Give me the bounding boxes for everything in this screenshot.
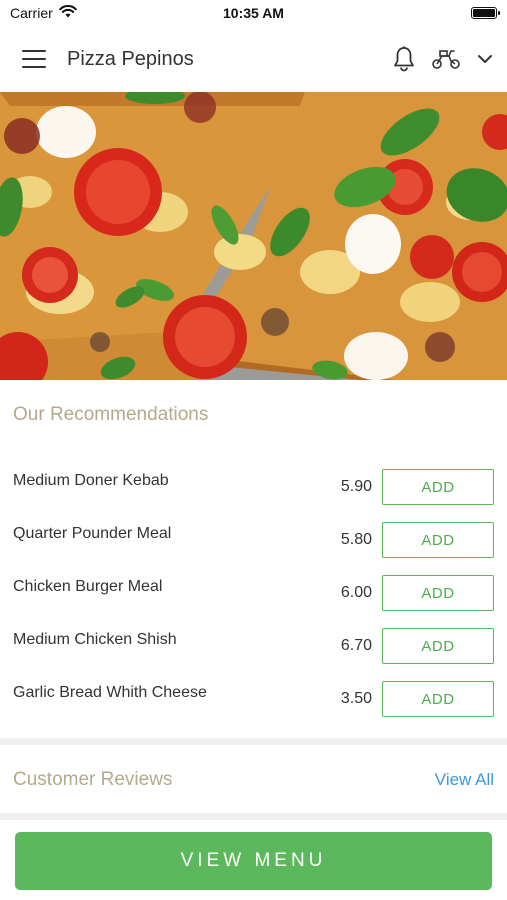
view-all-link[interactable]: View All [435,770,494,790]
menu-icon[interactable] [22,50,46,68]
section-divider [0,738,507,745]
list-item: Chicken Burger Meal 6.00 ADD [0,572,507,625]
nav-actions [393,46,493,72]
status-bar: Carrier 10:35 AM [0,0,507,26]
wifi-icon [58,5,77,21]
add-button[interactable]: ADD [382,575,494,611]
section-divider [0,813,507,820]
list-item: Medium Chicken Shish 6.70 ADD [0,625,507,678]
list-item: Quarter Pounder Meal 5.80 ADD [0,519,507,572]
item-name: Medium Chicken Shish [13,631,177,648]
item-name: Medium Doner Kebab [13,472,169,489]
view-menu-button[interactable]: VIEW MENU [15,832,492,890]
add-button[interactable]: ADD [382,522,494,558]
battery-icon [471,7,500,19]
carrier-label: Carrier [10,5,53,21]
item-price: 5.90 [340,478,372,495]
nav-bar: Pizza Pepinos [0,26,507,92]
item-name: Quarter Pounder Meal [13,525,172,542]
item-price: 6.70 [340,637,372,654]
item-price: 6.00 [340,584,372,601]
scooter-icon[interactable] [431,48,461,70]
bell-icon[interactable] [393,46,415,72]
page-title: Pizza Pepinos [67,47,194,70]
section-title-reviews: Customer Reviews [13,769,173,790]
item-name: Chicken Burger Meal [13,578,163,595]
recommendations-list: Medium Doner Kebab 5.90 ADD Quarter Poun… [0,466,507,731]
section-title-recommendations: Our Recommendations [13,404,209,425]
list-item: Garlic Bread Whith Cheese 3.50 ADD [0,678,507,731]
status-left: Carrier [10,5,77,21]
recommendations-section: Our Recommendations Medium Doner Kebab 5… [0,380,507,738]
add-button[interactable]: ADD [382,681,494,717]
list-item: Medium Doner Kebab 5.90 ADD [0,466,507,519]
hero-image [0,92,507,380]
pizza-photo [0,92,507,380]
item-price: 5.80 [340,531,372,548]
add-button[interactable]: ADD [382,469,494,505]
item-price: 3.50 [340,690,372,707]
reviews-section: Customer Reviews View All [0,745,507,813]
add-button[interactable]: ADD [382,628,494,664]
item-name: Garlic Bread Whith Cheese [13,684,207,701]
chevron-down-icon[interactable] [477,53,493,65]
bottom-bar: VIEW MENU [0,820,507,900]
